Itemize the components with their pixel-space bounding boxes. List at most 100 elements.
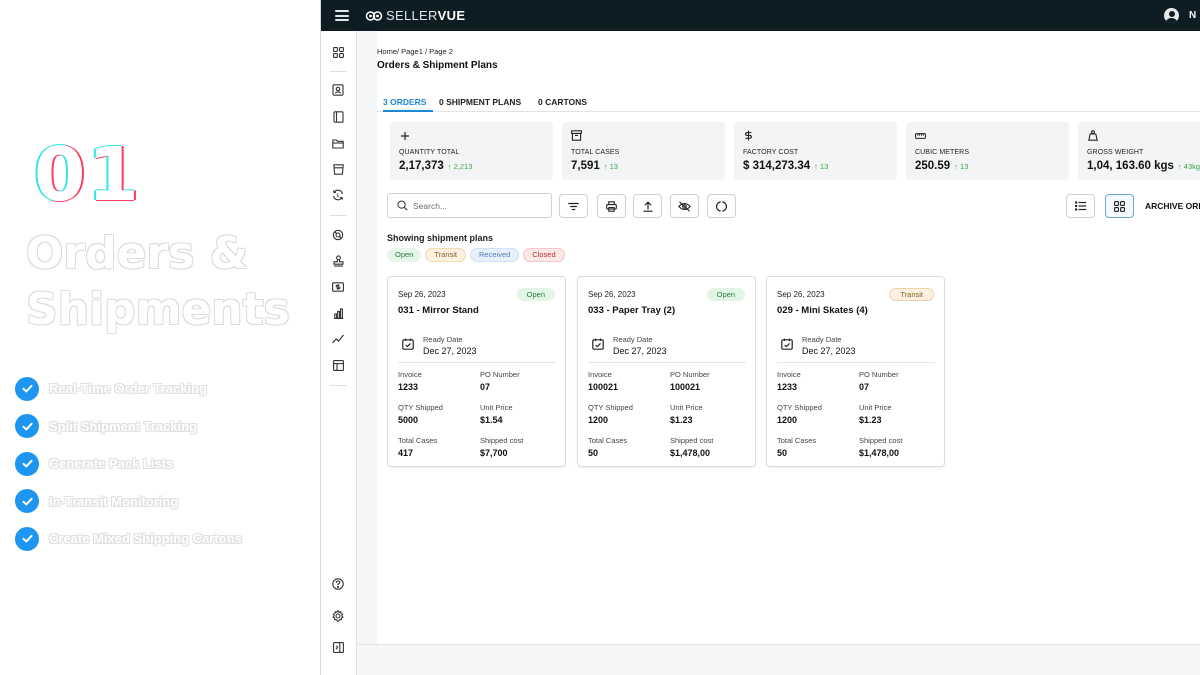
sync-icon[interactable]: $ <box>331 188 345 202</box>
order-date: Sep 26, 2023 <box>398 290 446 299</box>
app-window: SELLER VUE N $ Home/ Page1 / Page 2 Orde… <box>320 0 1200 675</box>
help-icon[interactable] <box>331 577 345 591</box>
contacts-icon[interactable] <box>331 83 345 97</box>
book-icon[interactable] <box>331 110 345 124</box>
filter-chip-open[interactable]: Open <box>387 248 422 262</box>
qty-shipped-field: QTY Shipped 1200 <box>588 403 633 425</box>
stat-label: GROSS WEIGHT <box>1087 149 1144 156</box>
stat-card-cubic-meters: CUBIC METERS 250.59 ↑ 13 <box>906 122 1069 180</box>
archive-box-icon <box>571 130 582 141</box>
order-date: Sep 26, 2023 <box>777 290 825 299</box>
top-bar: SELLER VUE N <box>321 0 1200 31</box>
invoice-field: Invoice 1233 <box>398 370 422 392</box>
stat-value-text: 250.59 <box>915 160 951 172</box>
check-circle-icon <box>15 489 39 514</box>
total-cases-field: Total Cases 50 <box>777 436 816 458</box>
promo-title-line2: Shipments <box>26 284 290 335</box>
tab-cartons[interactable]: 0 CARTONS <box>538 94 587 112</box>
ready-date-label: Ready Date <box>802 335 842 344</box>
filter-button[interactable] <box>559 194 588 218</box>
support-icon[interactable] <box>331 228 345 242</box>
stat-value: 7,591 ↑ 13 <box>571 160 618 172</box>
promo-number: 01 <box>34 132 141 218</box>
order-title: 031 - Mirror Stand <box>398 305 479 316</box>
collapse-sidebar-icon[interactable] <box>331 640 345 654</box>
field-label: Invoice <box>588 370 612 379</box>
feature-item: Real-Time Order Tracking <box>15 370 242 408</box>
feature-label: Split Shipment Tracking <box>49 418 198 434</box>
calendar-check-icon <box>592 338 604 350</box>
ready-date-value: Dec 27, 2023 <box>423 346 477 356</box>
field-value: 1233 <box>398 382 419 392</box>
unit-price-field: Unit Price $1.23 <box>859 403 892 425</box>
filter-icon <box>568 202 579 210</box>
stat-card-gross-weight: GROSS WEIGHT 1,04, 163.60 kgs↑ 43kgs <box>1078 122 1200 180</box>
user-name: N <box>1189 10 1197 21</box>
filter-chip-closed[interactable]: Closed <box>523 248 565 262</box>
feature-list: Real-Time Order Tracking Split Shipment … <box>15 370 242 558</box>
stat-value: $ 314,273.34 ↑ 13 <box>743 160 828 172</box>
stat-value: 2,17,373 ↑ 2,213 <box>399 160 472 172</box>
total-cases-field: Total Cases 417 <box>398 436 437 458</box>
stat-delta: ↑ 13 <box>603 162 618 171</box>
box-icon[interactable] <box>331 162 345 176</box>
folder-icon[interactable] <box>331 136 345 150</box>
export-button[interactable] <box>633 194 662 218</box>
field-label: Total Cases <box>398 436 438 445</box>
field-label: QTY Shipped <box>777 403 822 412</box>
field-value: 50 <box>777 448 788 458</box>
stamp-icon[interactable] <box>331 254 345 268</box>
field-value: $7,700 <box>480 448 508 458</box>
hamburger-menu-icon[interactable] <box>335 10 349 21</box>
qty-shipped-field: QTY Shipped 1200 <box>777 403 822 425</box>
calendar-check-icon <box>781 338 793 350</box>
weight-icon <box>1087 130 1098 141</box>
field-value: 1200 <box>777 415 798 425</box>
app-logo[interactable]: SELLER VUE <box>365 8 465 23</box>
grid-view-button[interactable] <box>1105 194 1134 218</box>
field-label: Shipped cost <box>480 436 524 445</box>
money-icon[interactable] <box>331 280 345 294</box>
refresh-button[interactable] <box>707 194 736 218</box>
shipped-cost-field: Shipped cost $1,478,00 <box>859 436 902 458</box>
field-value: 1233 <box>777 382 798 392</box>
user-avatar-icon <box>1164 8 1179 23</box>
dashboard-icon[interactable] <box>331 45 345 59</box>
field-label: Total Cases <box>588 436 628 445</box>
breadcrumb[interactable]: Home/ Page1 / Page 2 <box>377 47 453 56</box>
ready-date-row: Ready Date Dec 27, 2023 <box>588 333 746 363</box>
trend-icon[interactable] <box>331 332 345 346</box>
field-value: $1.23 <box>670 415 693 425</box>
filter-chip-received[interactable]: Received <box>470 248 520 262</box>
logo-text-vue: VUE <box>437 8 466 23</box>
page-title: Orders & Shipment Plans <box>377 60 498 71</box>
archive-orders-button[interactable]: ARCHIVE ORD <box>1145 201 1200 211</box>
upload-icon <box>642 201 653 212</box>
hide-columns-button[interactable] <box>670 194 699 218</box>
stat-delta: ↑ 13 <box>954 162 969 171</box>
search-input[interactable] <box>413 200 543 211</box>
table-icon[interactable] <box>331 358 345 372</box>
stat-delta: ↑ 2,213 <box>447 162 473 171</box>
order-card[interactable]: Sep 26, 2023 Transit 029 - Mini Skates (… <box>766 276 945 467</box>
ready-date-label: Ready Date <box>423 335 463 344</box>
bar-chart-icon[interactable] <box>331 306 345 320</box>
gear-icon[interactable] <box>331 609 345 623</box>
logo-text-seller: SELLER <box>386 8 438 23</box>
check-circle-icon <box>15 414 39 439</box>
field-label: PO Number <box>670 370 710 379</box>
field-value: 07 <box>480 382 491 392</box>
order-card[interactable]: Sep 26, 2023 Open 031 - Mirror Stand Rea… <box>387 276 566 467</box>
stat-card-factory-cost: FACTORY COST $ 314,273.34 ↑ 13 <box>734 122 897 180</box>
filter-chip-transit[interactable]: Transit <box>425 248 467 262</box>
promo-title-line1: Orders & <box>26 228 249 279</box>
order-card[interactable]: Sep 26, 2023 Open 033 - Paper Tray (2) R… <box>577 276 756 467</box>
tab-orders[interactable]: 3 ORDERS <box>383 94 433 112</box>
print-button[interactable] <box>597 194 626 218</box>
field-label: QTY Shipped <box>398 403 443 412</box>
tab-bar: 3 ORDERS 0 SHIPMENT PLANS 0 CARTONS <box>377 94 1200 112</box>
list-view-button[interactable] <box>1066 194 1095 218</box>
user-menu[interactable]: N <box>1164 0 1200 31</box>
promo-panel: 01 Orders & Shipments Real-Time Order Tr… <box>0 0 320 675</box>
tab-shipment-plans[interactable]: 0 SHIPMENT PLANS <box>439 94 521 112</box>
